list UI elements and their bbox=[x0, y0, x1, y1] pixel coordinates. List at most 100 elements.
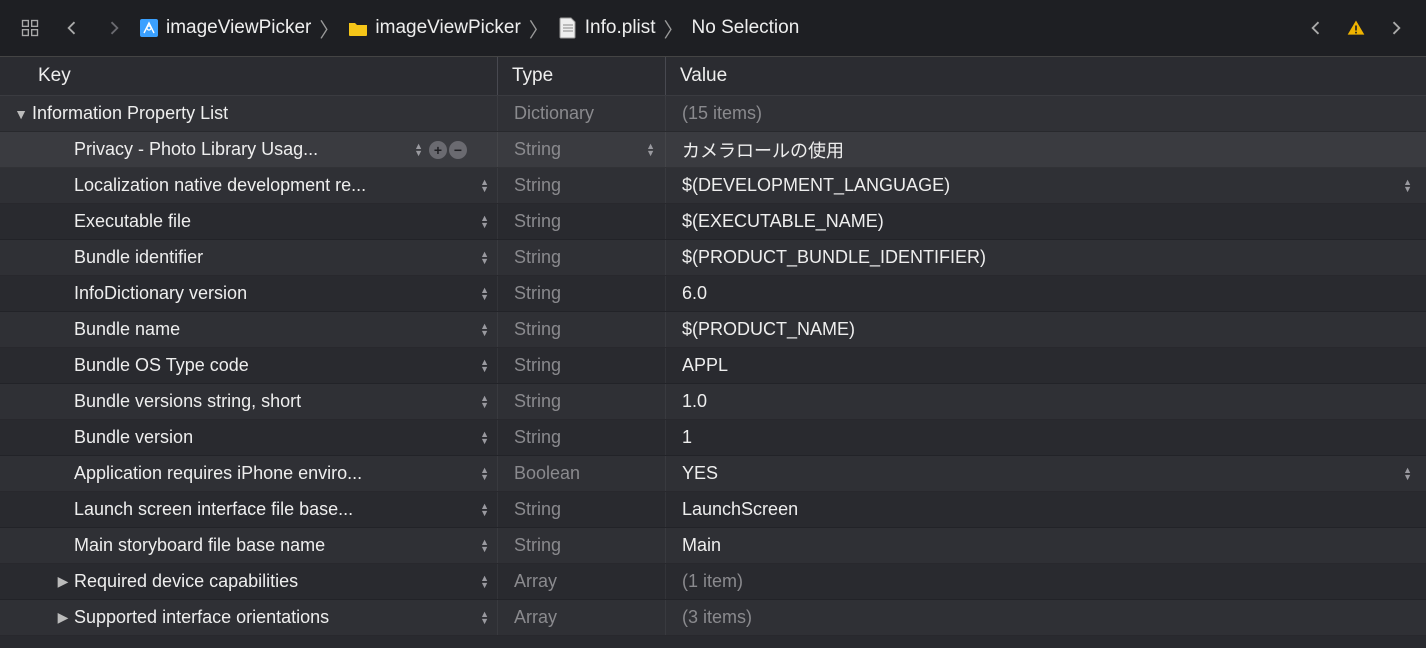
key-stepper-icon[interactable]: ▲▼ bbox=[480, 467, 489, 481]
breadcrumb[interactable]: imageViewPicker 〉 imageViewPicker 〉 Info… bbox=[138, 14, 1292, 43]
key-stepper-icon[interactable]: ▲▼ bbox=[480, 575, 489, 589]
plist-type[interactable]: Boolean ▲▼ bbox=[498, 456, 666, 491]
plist-row[interactable]: ▶ Bundle versions string, short ▲▼ + − S… bbox=[0, 384, 1426, 420]
key-stepper-icon[interactable]: ▲▼ bbox=[480, 287, 489, 301]
plist-value[interactable]: $(DEVELOPMENT_LANGUAGE) ▲▼ bbox=[666, 168, 1426, 203]
plist-row[interactable]: ▶ Application requires iPhone enviro... … bbox=[0, 456, 1426, 492]
plist-type[interactable]: String ▲▼ bbox=[498, 420, 666, 455]
column-key[interactable]: Key bbox=[0, 57, 498, 95]
plist-value[interactable]: カメラロールの使用 ▲▼ bbox=[666, 132, 1426, 167]
key-stepper-icon[interactable]: ▲▼ bbox=[480, 251, 489, 265]
plist-type[interactable]: String ▲▼ bbox=[498, 348, 666, 383]
plist-row[interactable]: ▶ Launch screen interface file base... ▲… bbox=[0, 492, 1426, 528]
plist-row[interactable]: ▶ Privacy - Photo Library Usag... ▲▼ + −… bbox=[0, 132, 1426, 168]
breadcrumb-selection[interactable]: No Selection bbox=[692, 17, 800, 39]
plist-key[interactable]: Localization native development re... bbox=[74, 175, 497, 196]
add-remove-buttons: + − bbox=[429, 141, 467, 159]
plist-row[interactable]: ▶ Main storyboard file base name ▲▼ + − … bbox=[0, 528, 1426, 564]
plist-key[interactable]: Launch screen interface file base... bbox=[74, 499, 497, 520]
plist-key[interactable]: Bundle versions string, short bbox=[74, 391, 497, 412]
nav-back-icon[interactable] bbox=[54, 10, 90, 46]
plist-key[interactable]: Application requires iPhone enviro... bbox=[74, 463, 497, 484]
plist-type[interactable]: String ▲▼ bbox=[498, 132, 666, 167]
chevron-right-icon: 〉 bbox=[664, 14, 684, 43]
key-stepper-icon[interactable]: ▲▼ bbox=[480, 359, 489, 373]
breadcrumb-project[interactable]: imageViewPicker bbox=[138, 17, 311, 39]
plist-key[interactable]: Bundle name bbox=[74, 319, 497, 340]
folder-icon bbox=[347, 17, 369, 39]
plist-key[interactable]: Required device capabilities bbox=[74, 571, 497, 592]
plist-type[interactable]: Array ▲▼ bbox=[498, 564, 666, 599]
value-stepper-icon[interactable]: ▲▼ bbox=[1403, 179, 1412, 193]
plist-key[interactable]: Executable file bbox=[74, 211, 497, 232]
type-stepper-icon[interactable]: ▲▼ bbox=[646, 143, 655, 157]
key-stepper-icon[interactable]: ▲▼ bbox=[480, 395, 489, 409]
plist-key[interactable]: InfoDictionary version bbox=[74, 283, 497, 304]
plist-row[interactable]: ▶ Bundle version ▲▼ + − String ▲▼ 1 ▲▼ bbox=[0, 420, 1426, 456]
plist-row[interactable]: ▶ InfoDictionary version ▲▼ + − String ▲… bbox=[0, 276, 1426, 312]
disclosure-triangle-icon[interactable]: ▶ bbox=[54, 609, 72, 626]
plist-key[interactable]: Bundle identifier bbox=[74, 247, 497, 268]
plist-value[interactable]: APPL ▲▼ bbox=[666, 348, 1426, 383]
plist-key[interactable]: Bundle OS Type code bbox=[74, 355, 497, 376]
plist-root-row[interactable]: ▼ Information Property List Dictionary (… bbox=[0, 96, 1426, 132]
plist-type[interactable]: String ▲▼ bbox=[498, 492, 666, 527]
breadcrumb-label: Info.plist bbox=[585, 17, 656, 39]
plist-key[interactable]: Bundle version bbox=[74, 427, 497, 448]
column-header: Key Type Value bbox=[0, 56, 1426, 96]
plist-row[interactable]: ▶ Localization native development re... … bbox=[0, 168, 1426, 204]
plist-type[interactable]: String ▲▼ bbox=[498, 312, 666, 347]
key-stepper-icon[interactable]: ▲▼ bbox=[480, 611, 489, 625]
plist-row[interactable]: ▶ Bundle identifier ▲▼ + − String ▲▼ $(P… bbox=[0, 240, 1426, 276]
breadcrumb-file[interactable]: Info.plist bbox=[557, 17, 656, 39]
plist-type[interactable]: String ▲▼ bbox=[498, 276, 666, 311]
plist-value[interactable]: Main ▲▼ bbox=[666, 528, 1426, 563]
plist-key[interactable]: Main storyboard file base name bbox=[74, 535, 497, 556]
nav-forward-icon[interactable] bbox=[96, 10, 132, 46]
column-type[interactable]: Type bbox=[498, 57, 666, 95]
disclosure-triangle-icon[interactable]: ▶ bbox=[54, 573, 72, 590]
key-stepper-icon[interactable]: ▲▼ bbox=[414, 143, 423, 157]
key-stepper-icon[interactable]: ▲▼ bbox=[480, 503, 489, 517]
plist-type[interactable]: String ▲▼ bbox=[498, 240, 666, 275]
jump-forward-icon[interactable] bbox=[1378, 10, 1414, 46]
plist-value[interactable]: 1.0 ▲▼ bbox=[666, 384, 1426, 419]
breadcrumb-folder[interactable]: imageViewPicker bbox=[347, 17, 520, 39]
plist-value[interactable]: YES ▲▼ bbox=[666, 456, 1426, 491]
plist-row[interactable]: ▶ Required device capabilities ▲▼ + − Ar… bbox=[0, 564, 1426, 600]
key-stepper-icon[interactable]: ▲▼ bbox=[480, 539, 489, 553]
key-stepper-icon[interactable]: ▲▼ bbox=[480, 323, 489, 337]
plist-value[interactable]: (3 items) ▲▼ bbox=[666, 600, 1426, 635]
plist-row[interactable]: ▶ Bundle name ▲▼ + − String ▲▼ $(PRODUCT… bbox=[0, 312, 1426, 348]
plist-value: (15 items) bbox=[666, 96, 1426, 131]
plist-row[interactable]: ▶ Bundle OS Type code ▲▼ + − String ▲▼ A… bbox=[0, 348, 1426, 384]
remove-button[interactable]: − bbox=[449, 141, 467, 159]
plist-type[interactable]: String ▲▼ bbox=[498, 168, 666, 203]
plist-value[interactable]: $(PRODUCT_BUNDLE_IDENTIFIER) ▲▼ bbox=[666, 240, 1426, 275]
plist-value[interactable]: (1 item) ▲▼ bbox=[666, 564, 1426, 599]
key-stepper-icon[interactable]: ▲▼ bbox=[480, 431, 489, 445]
plist-type[interactable]: String ▲▼ bbox=[498, 384, 666, 419]
related-items-icon[interactable] bbox=[12, 10, 48, 46]
plist-type[interactable]: String ▲▼ bbox=[498, 528, 666, 563]
column-value[interactable]: Value bbox=[666, 57, 1426, 95]
jump-back-icon[interactable] bbox=[1298, 10, 1334, 46]
plist-type[interactable]: Dictionary bbox=[498, 96, 666, 131]
key-stepper-icon[interactable]: ▲▼ bbox=[480, 179, 489, 193]
key-stepper-icon[interactable]: ▲▼ bbox=[480, 215, 489, 229]
add-button[interactable]: + bbox=[429, 141, 447, 159]
warning-icon[interactable] bbox=[1338, 10, 1374, 46]
plist-row[interactable]: ▶ Supported interface orientations ▲▼ + … bbox=[0, 600, 1426, 636]
plist-key[interactable]: Supported interface orientations bbox=[74, 607, 497, 628]
plist-value[interactable]: LaunchScreen ▲▼ bbox=[666, 492, 1426, 527]
value-stepper-icon[interactable]: ▲▼ bbox=[1403, 467, 1412, 481]
plist-value[interactable]: 1 ▲▼ bbox=[666, 420, 1426, 455]
plist-value[interactable]: 6.0 ▲▼ bbox=[666, 276, 1426, 311]
plist-type[interactable]: Array ▲▼ bbox=[498, 600, 666, 635]
plist-value[interactable]: $(EXECUTABLE_NAME) ▲▼ bbox=[666, 204, 1426, 239]
disclosure-triangle-icon[interactable]: ▼ bbox=[12, 106, 30, 122]
plist-row[interactable]: ▶ Executable file ▲▼ + − String ▲▼ $(EXE… bbox=[0, 204, 1426, 240]
plist-value[interactable]: $(PRODUCT_NAME) ▲▼ bbox=[666, 312, 1426, 347]
breadcrumb-label: imageViewPicker bbox=[375, 17, 520, 39]
plist-type[interactable]: String ▲▼ bbox=[498, 204, 666, 239]
